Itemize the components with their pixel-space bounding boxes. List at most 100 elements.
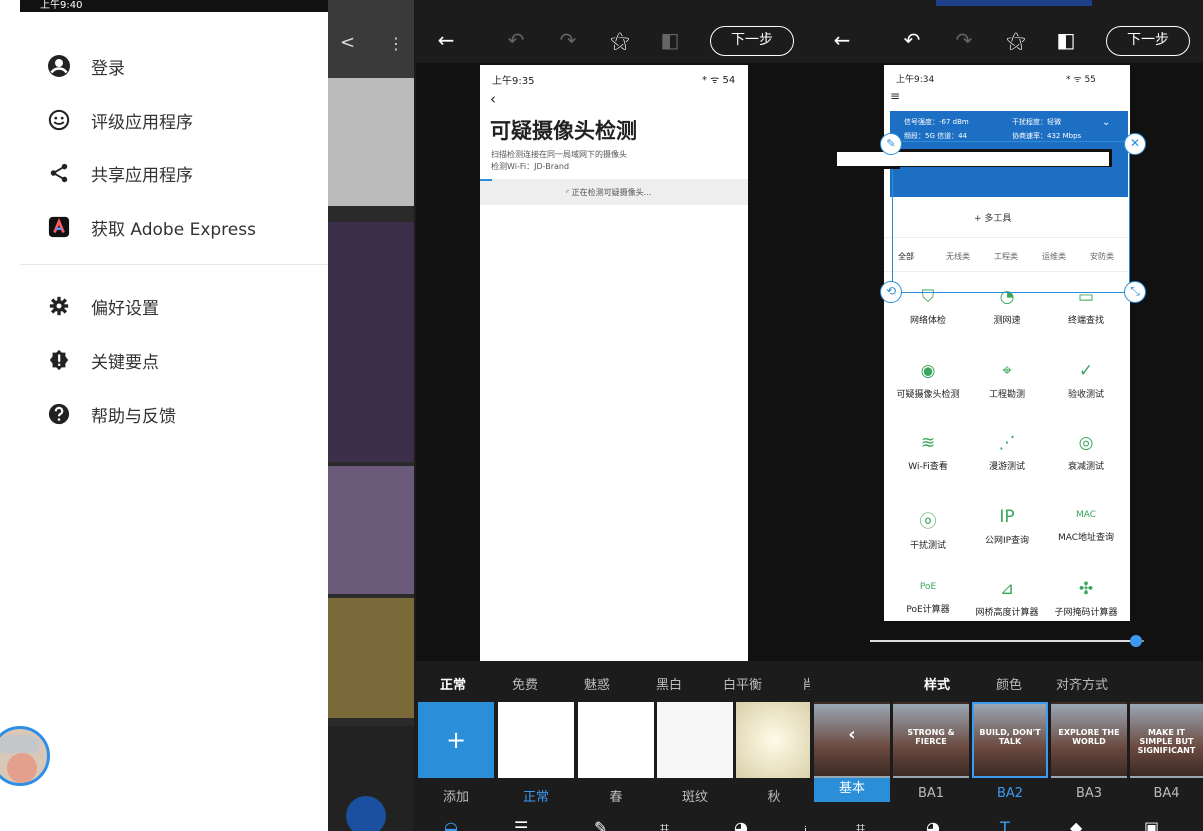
undo-icon[interactable]: ↶ [504, 28, 528, 52]
redo-icon[interactable]: ↷ [556, 28, 580, 52]
style-tab-color[interactable]: 颜色 [996, 674, 1022, 693]
menu-item-adobe-express[interactable]: 获取 Adobe Express [0, 200, 328, 254]
filter-thumb-autumn[interactable] [736, 702, 812, 778]
ip-icon: IP [999, 507, 1015, 527]
tool-label: Wi-Fi查看 [908, 462, 948, 472]
thumb-label: 春 [609, 790, 623, 805]
rotate-handle-icon[interactable]: ⟲ [880, 281, 902, 303]
thumb-label: 秋 [767, 790, 781, 805]
back-arrow-icon[interactable]: ← [830, 28, 854, 52]
compare-icon[interactable]: ◧ [1054, 28, 1078, 52]
magic-wand-icon[interactable]: ⚝ [1004, 28, 1028, 52]
menu-item-help-feedback[interactable]: 帮助与反馈 [0, 387, 328, 441]
brush-tool-icon[interactable]: ✎ [594, 818, 607, 831]
avatar[interactable] [0, 726, 50, 786]
undo-icon[interactable]: ↶ [900, 28, 924, 52]
add-filter-button[interactable]: + [418, 702, 494, 778]
menu-item-label: 共享应用程序 [91, 165, 193, 186]
menu-item-share-app[interactable]: 共享应用程序 [0, 146, 328, 200]
color-tool-icon[interactable]: ◕ [926, 818, 940, 831]
style-thumb-basic[interactable]: ‹ [814, 702, 890, 778]
style-thumb-ba4[interactable]: MAKE IT SIMPLE BUT SIGNIFICANT [1130, 702, 1203, 778]
menu-item-key-points[interactable]: 关键要点 [0, 333, 328, 387]
opacity-slider-knob[interactable] [1129, 635, 1142, 647]
style-thumb-ba3[interactable]: EXPLORE THE WORLD [1051, 702, 1127, 778]
crop-tool-icon[interactable]: ⌗ [856, 818, 865, 831]
image-canvas[interactable]: 上午9:35 * ᯤ 54 ‹ 可疑摄像头检测 扫描检测连接在同一局域网下的摄像… [416, 63, 810, 661]
alert-badge-icon [47, 348, 71, 372]
filter-tab-free[interactable]: 免费 [512, 674, 538, 693]
band-channel: 频段：5G 信道：44 [904, 132, 968, 140]
tool-label: PoE计算器 [906, 605, 950, 615]
back-arrow-icon[interactable]: ← [434, 28, 458, 52]
interference-icon: ⓞ [919, 512, 937, 532]
filter-tool-icon[interactable]: ◒ [444, 818, 458, 831]
edit-handle-icon[interactable]: ✎ [880, 133, 902, 155]
next-button[interactable]: 下一步 [710, 26, 794, 56]
tool-label: 干扰测试 [909, 541, 946, 551]
compare-icon[interactable]: ◧ [658, 28, 682, 52]
filter-tab-normal[interactable]: 正常 [440, 674, 466, 693]
menu-item-preferences[interactable]: 偏好设置 [0, 279, 328, 333]
frame-tool-icon[interactable]: ▣ [1144, 818, 1159, 831]
text-tool-icon[interactable]: T [1000, 818, 1010, 831]
negotiated-rate: 协商速率：432 Mbps [1012, 132, 1082, 140]
attenuation-icon: ◎ [1078, 433, 1094, 453]
tool-interference: ⓞ 干扰测试 [888, 507, 968, 551]
resize-handle-icon[interactable]: ⤡ [1124, 281, 1146, 303]
menu-item-label: 登录 [91, 58, 125, 79]
thumb-label: 基本 [814, 778, 890, 802]
filter-thumb-normal[interactable] [498, 702, 574, 778]
interference-level: 干扰程度：轻微 [1012, 118, 1061, 126]
poe-icon: PoE [919, 582, 937, 592]
phone-title: 可疑摄像头检测 [490, 119, 637, 143]
tool-check-circle: ✓ 验收测试 [1046, 361, 1126, 400]
text-overlay-bar[interactable] [834, 149, 1112, 169]
back-chevron-icon: ‹ [490, 90, 496, 108]
layout-fab[interactable] [346, 796, 386, 831]
help-icon [47, 402, 71, 426]
filter-tab-charm[interactable]: 魅惑 [584, 674, 610, 693]
share-icon[interactable]: < [340, 32, 355, 53]
filter-thumb-stripes[interactable] [657, 702, 733, 778]
tool-location: ⌖ 工程勘测 [967, 361, 1047, 400]
gear-icon [47, 294, 71, 318]
photo-editor-text: ← ↶ ↷ ⚝ ◧ 下一步 上午9:34 * ᯤ 55 ≡ 信号强度：-67 d… [810, 0, 1203, 831]
more-icon[interactable]: ⋮ [388, 34, 404, 53]
filter-thumb-spring[interactable] [578, 702, 654, 778]
progress-indicator [480, 179, 492, 181]
editor-toolbar: ← ↶ ↷ ⚝ ◧ 下一步 [414, 22, 810, 58]
phone-status-icons: * ᯤ 54 [702, 75, 736, 86]
thumb-label: 添加 [442, 790, 469, 805]
tool-label: 子网掩码计算器 [1054, 608, 1118, 618]
phone-desc: 扫描检测连接在同一局域网下的摄像头 [491, 150, 627, 159]
filter-tab-white-balance[interactable]: 白平衡 [723, 674, 762, 693]
color-tool-icon[interactable]: ◕ [734, 818, 748, 831]
crop-tool-icon[interactable]: ⌗ [660, 818, 669, 831]
image-canvas[interactable]: 上午9:34 * ᯤ 55 ≡ 信号强度：-67 dBm 干扰程度：轻微 频段：… [810, 63, 1203, 621]
tool-label: MAC地址查询 [1057, 533, 1115, 543]
style-tab-align[interactable]: 对齐方式 [1056, 674, 1108, 693]
opacity-slider-fill [870, 640, 1136, 642]
menu-item-label: 帮助与反馈 [91, 406, 176, 427]
filter-tab-bw[interactable]: 黑白 [656, 674, 682, 693]
menu-item-rate-app[interactable]: 评级应用程序 [0, 93, 328, 147]
more-tool-icon[interactable]: ᵢ [804, 818, 807, 831]
adjust-tool-icon[interactable]: ☰ [514, 818, 528, 831]
style-thumb-ba2[interactable]: BUILD, DON'T TALK [972, 702, 1048, 778]
close-handle-icon[interactable]: ✕ [1124, 133, 1146, 155]
tool-attenuation: ◎ 衰减测试 [1046, 433, 1126, 472]
filter-tab-portrait[interactable]: 肖 [802, 674, 810, 693]
tool-label: 漫游测试 [988, 462, 1025, 472]
style-tab-style[interactable]: 样式 [924, 674, 950, 693]
thumb-label: BA1 [917, 786, 945, 801]
eraser-tool-icon[interactable]: ◆ [1070, 818, 1082, 831]
redo-icon[interactable]: ↷ [952, 28, 976, 52]
screenshot-image: 上午9:35 * ᯤ 54 ‹ 可疑摄像头检测 扫描检测连接在同一局域网下的摄像… [480, 65, 748, 661]
style-sample-text: EXPLORE THE WORLD [1058, 728, 1120, 746]
wifi-icon: ≋ [920, 433, 936, 453]
magic-wand-icon[interactable]: ⚝ [608, 28, 632, 52]
style-thumb-ba1[interactable]: STRONG & FIERCE [893, 702, 969, 778]
next-button[interactable]: 下一步 [1106, 26, 1190, 56]
menu-item-login[interactable]: 登录 [0, 39, 328, 93]
